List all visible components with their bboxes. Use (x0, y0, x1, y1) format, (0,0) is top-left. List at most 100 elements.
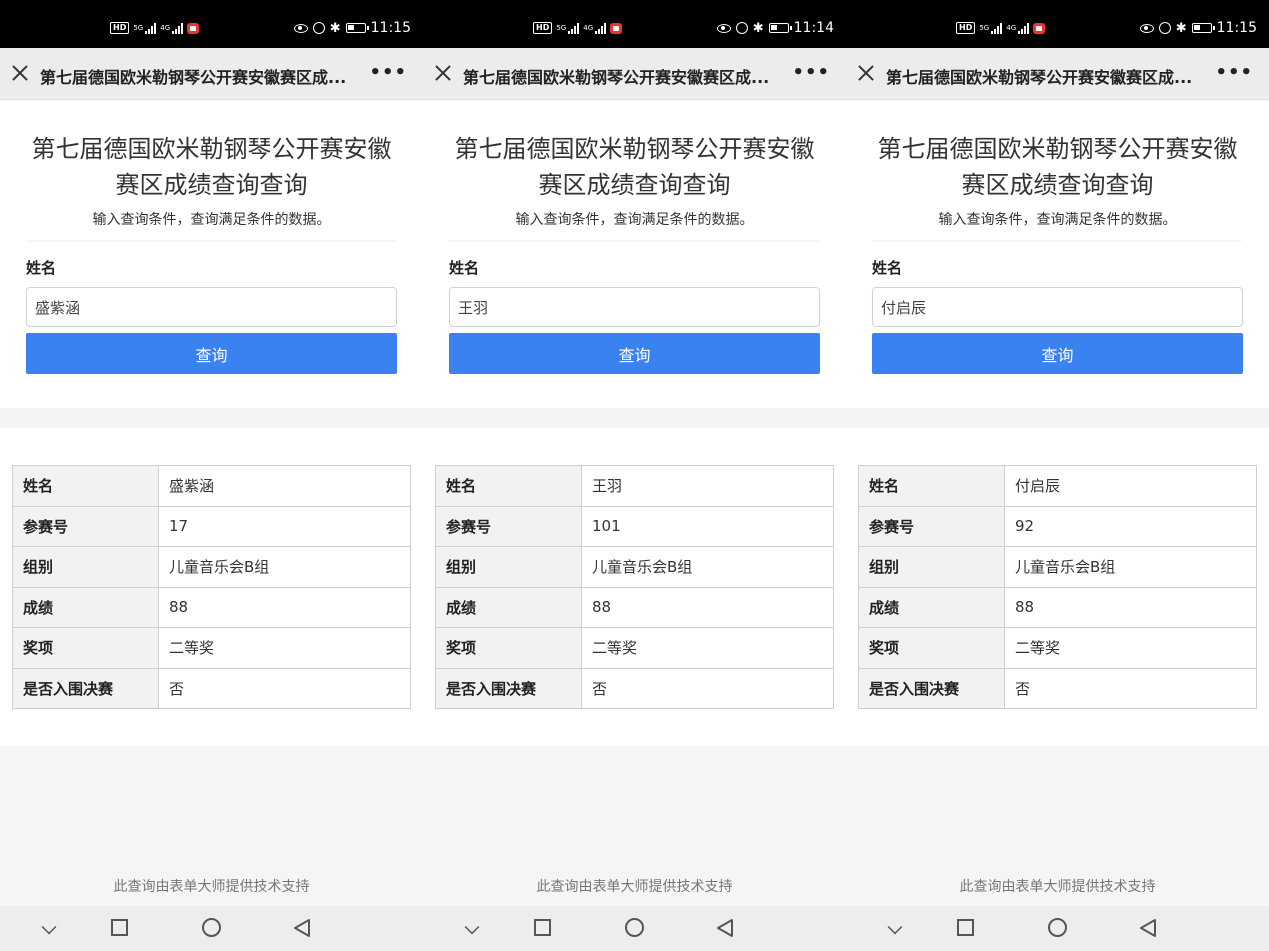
bluetooth-icon: ✱ (752, 20, 764, 36)
name-input[interactable] (26, 287, 397, 327)
status-bar: HD 5G 4G ✱ 11:15 (0, 0, 423, 48)
page-title: 第七届德国欧米勒钢琴公开赛安徽赛区成... (463, 68, 770, 87)
row-label: 是否入围决赛 (858, 667, 1005, 709)
table-row: 组别 儿童音乐会B组 (435, 546, 834, 588)
table-row: 奖项 二等奖 (435, 627, 834, 669)
chevron-down-icon[interactable] (464, 919, 480, 935)
more-options-icon[interactable]: ••• (369, 62, 407, 83)
recent-apps-icon[interactable] (957, 919, 974, 936)
status-right: ✱ 11:14 (716, 20, 834, 36)
battery-icon (768, 23, 792, 33)
query-button[interactable]: 查询 (449, 333, 820, 374)
name-input[interactable] (872, 287, 1243, 327)
query-form: 第七届德国欧米勒钢琴公开赛安徽赛区成绩查询查询 输入查询条件，查询满足条件的数据… (423, 101, 846, 408)
recent-apps-icon[interactable] (111, 919, 128, 936)
notification-icon (187, 22, 200, 34)
status-time: 11:15 (370, 20, 411, 36)
system-nav-bar (0, 906, 423, 951)
result-table: 姓名 王羽 参赛号 101 组别 儿童音乐会B组 成绩 88 奖项 二等奖 是否… (435, 465, 834, 709)
row-value: 付启辰 (1004, 465, 1257, 507)
battery-icon (1191, 23, 1215, 33)
footer-credit: 此查询由表单大师提供技术支持 (959, 879, 1156, 895)
query-button[interactable]: 查询 (872, 333, 1243, 374)
notification-icon (610, 22, 623, 34)
alarm-icon (312, 22, 325, 34)
chevron-down-icon[interactable] (41, 919, 57, 935)
row-label: 奖项 (858, 627, 1005, 669)
table-row: 姓名 王羽 (435, 465, 834, 507)
result-table: 姓名 付启辰 参赛号 92 组别 儿童音乐会B组 成绩 88 奖项 二等奖 是否… (858, 465, 1257, 709)
bluetooth-icon: ✱ (1175, 20, 1187, 36)
table-row: 是否入围决赛 否 (12, 667, 411, 709)
footer-credit: 此查询由表单大师提供技术支持 (536, 879, 733, 895)
chevron-down-icon[interactable] (887, 919, 903, 935)
hd-icon: HD (110, 22, 130, 34)
page-title: 第七届德国欧米勒钢琴公开赛安徽赛区成... (886, 68, 1193, 87)
table-row: 参赛号 17 (12, 505, 411, 547)
hd-icon: HD (533, 22, 553, 34)
row-label: 成绩 (435, 586, 582, 628)
status-bar: HD 5G 4G ✱ 11:15 (846, 0, 1269, 48)
notification-icon (1033, 22, 1046, 34)
table-row: 参赛号 92 (858, 505, 1257, 547)
form-subtitle: 输入查询条件，查询满足条件的数据。 (515, 212, 754, 228)
status-right: ✱ 11:15 (1139, 20, 1257, 36)
signal-icon (1018, 22, 1030, 34)
row-value: 儿童音乐会B组 (158, 546, 411, 588)
close-icon[interactable] (433, 63, 453, 83)
signal-icon (595, 22, 607, 34)
footer-credit: 此查询由表单大师提供技术支持 (113, 879, 310, 895)
back-icon[interactable] (715, 918, 735, 938)
table-row: 参赛号 101 (435, 505, 834, 547)
phone-screen: HD 5G 4G ✱ 11:15 第七届德国欧米勒钢琴公开赛安徽赛区成... •… (846, 0, 1269, 951)
row-label: 是否入围决赛 (12, 667, 159, 709)
eye-icon (716, 23, 731, 33)
more-options-icon[interactable]: ••• (792, 62, 830, 83)
result-section: 姓名 王羽 参赛号 101 组别 儿童音乐会B组 成绩 88 奖项 二等奖 是否… (423, 428, 846, 746)
row-label: 奖项 (435, 627, 582, 669)
recent-apps-icon[interactable] (534, 919, 551, 936)
phone-screen: HD 5G 4G ✱ 11:15 第七届德国欧米勒钢琴公开赛安徽赛区成... •… (0, 0, 423, 951)
status-left: HD 5G 4G (533, 22, 623, 34)
more-options-icon[interactable]: ••• (1215, 62, 1253, 83)
home-icon[interactable] (1048, 918, 1067, 937)
query-button[interactable]: 查询 (26, 333, 397, 374)
row-label: 成绩 (12, 586, 159, 628)
system-nav-bar (423, 906, 846, 951)
close-icon[interactable] (856, 63, 876, 83)
table-row: 成绩 88 (12, 586, 411, 628)
row-value: 否 (158, 667, 411, 709)
form-subtitle: 输入查询条件，查询满足条件的数据。 (92, 212, 331, 228)
row-value: 二等奖 (1004, 627, 1257, 669)
name-input[interactable] (449, 287, 820, 327)
alarm-icon (735, 22, 748, 34)
name-field-label: 姓名 (872, 259, 903, 277)
eye-icon (1139, 23, 1154, 33)
hd-icon: HD (956, 22, 976, 34)
table-row: 是否入围决赛 否 (858, 667, 1257, 709)
back-icon[interactable] (292, 918, 312, 938)
name-field-label: 姓名 (26, 259, 57, 277)
name-field-label: 姓名 (449, 259, 480, 277)
home-icon[interactable] (625, 918, 644, 937)
row-value: 二等奖 (581, 627, 834, 669)
table-row: 组别 儿童音乐会B组 (858, 546, 1257, 588)
row-value: 否 (1004, 667, 1257, 709)
status-right: ✱ 11:15 (293, 20, 411, 36)
divider (449, 240, 819, 243)
divider (872, 240, 1242, 243)
row-value: 儿童音乐会B组 (581, 546, 834, 588)
back-icon[interactable] (1138, 918, 1158, 938)
signal-label: 5G (556, 24, 567, 32)
close-icon[interactable] (10, 63, 30, 83)
status-time: 11:15 (1216, 20, 1257, 36)
table-row: 组别 儿童音乐会B组 (12, 546, 411, 588)
row-value: 儿童音乐会B组 (1004, 546, 1257, 588)
home-icon[interactable] (202, 918, 221, 937)
form-heading: 第七届德国欧米勒钢琴公开赛安徽赛区成绩查询查询 (31, 135, 392, 199)
row-value: 王羽 (581, 465, 834, 507)
row-value: 101 (581, 505, 834, 547)
row-value: 17 (158, 505, 411, 547)
row-value: 88 (1004, 586, 1257, 628)
table-row: 奖项 二等奖 (858, 627, 1257, 669)
